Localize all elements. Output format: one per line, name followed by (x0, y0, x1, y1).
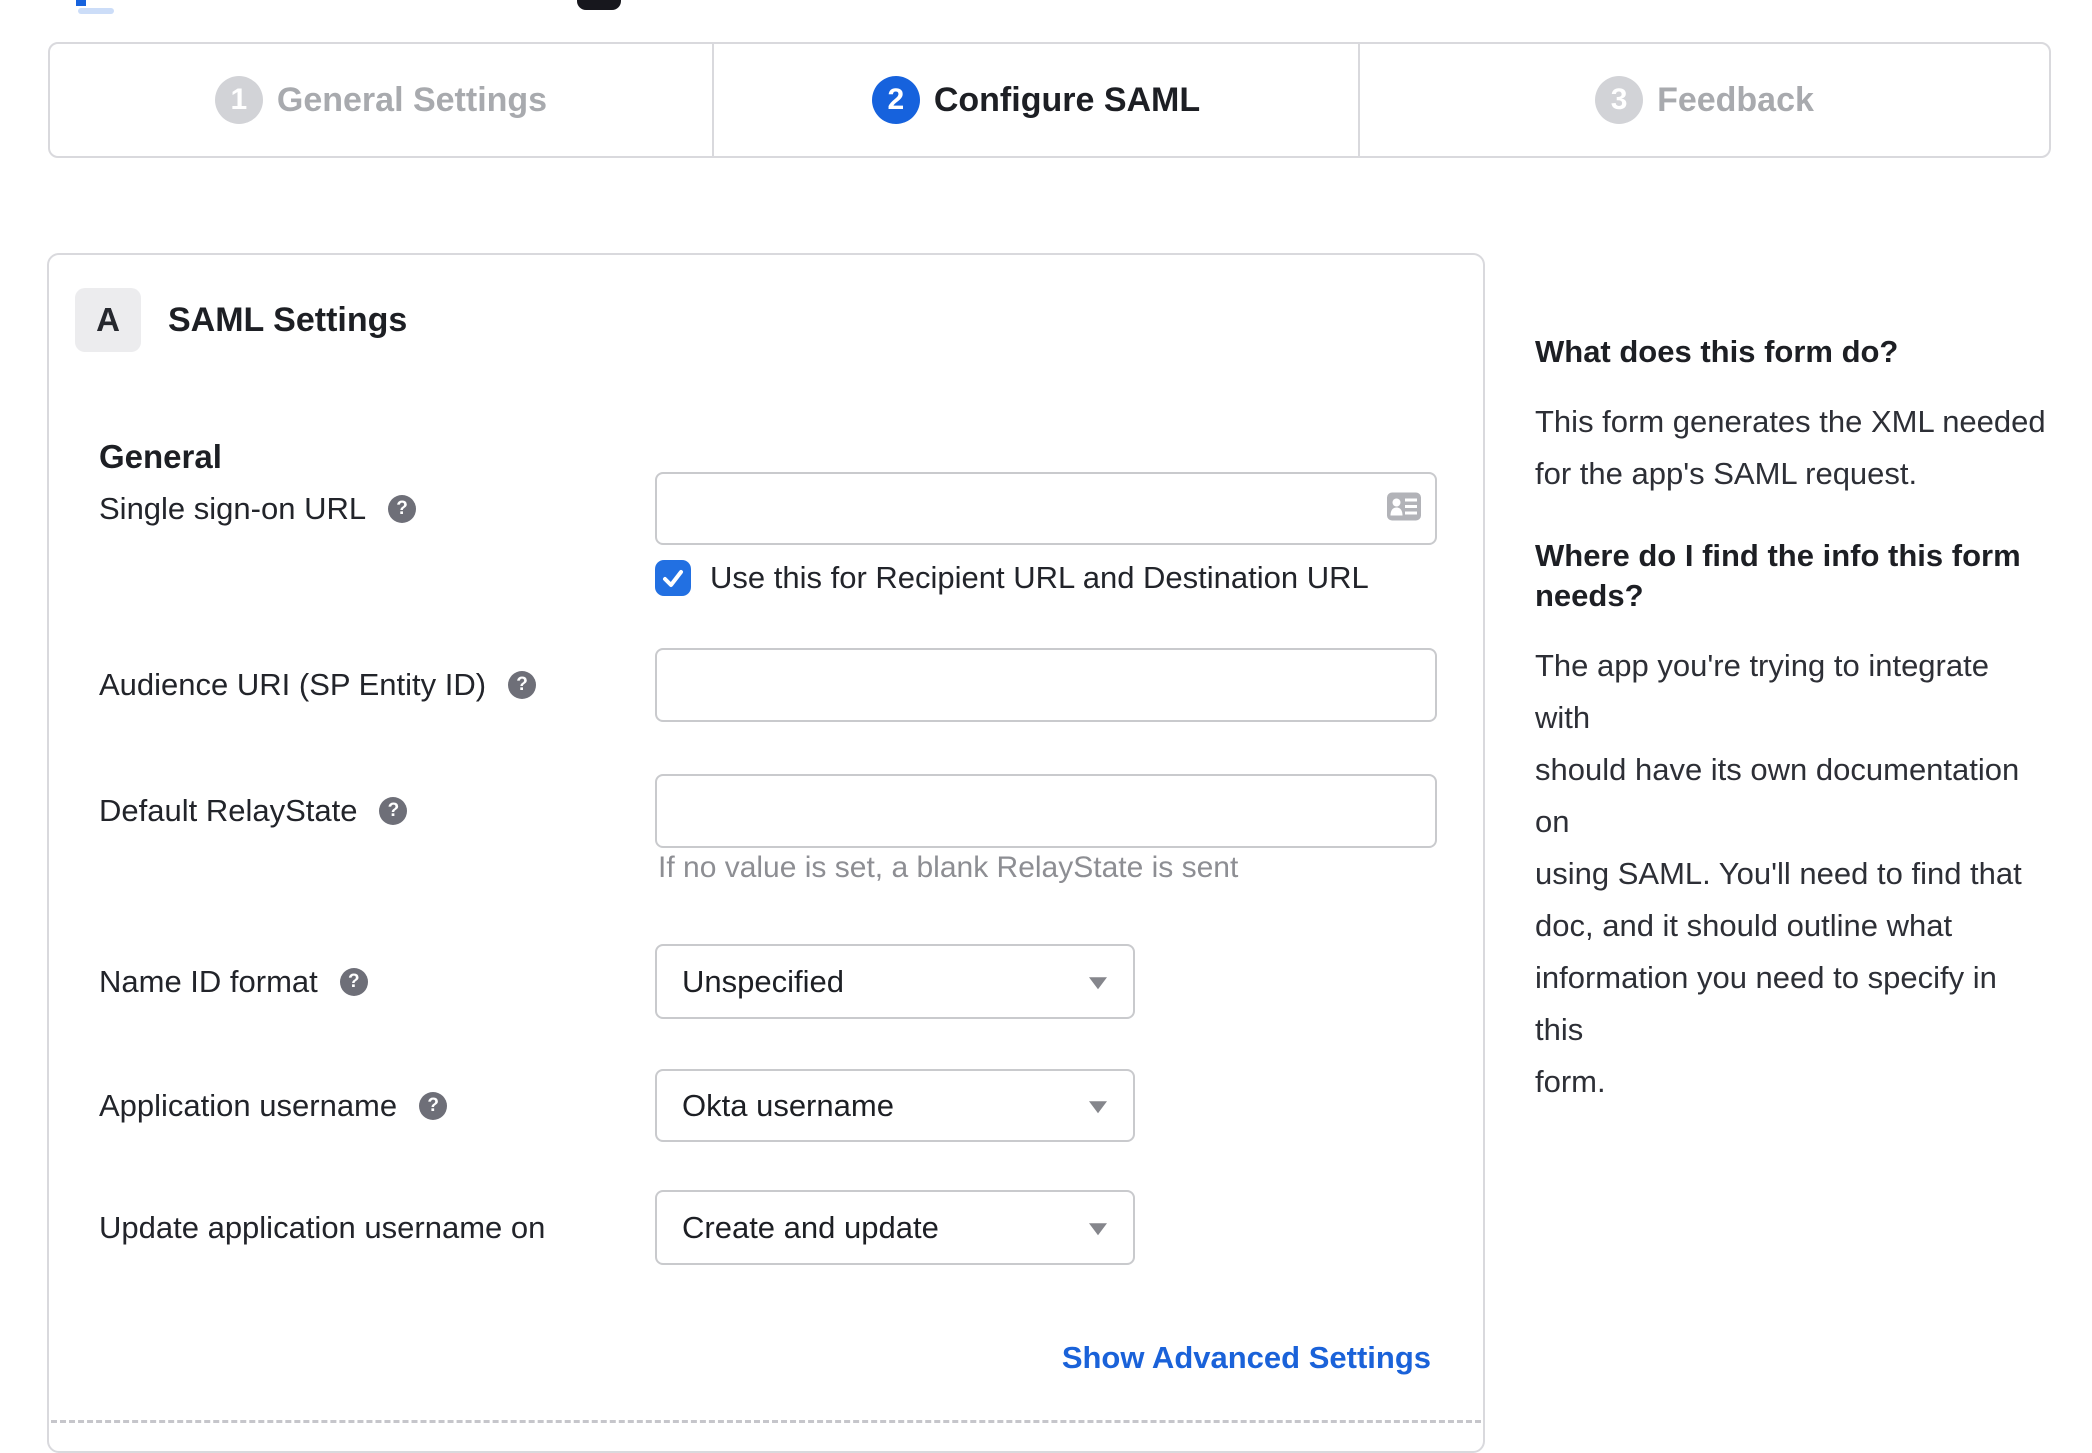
step-configure-saml[interactable]: 2 Configure SAML (712, 44, 1360, 156)
application-username-label: Application username (99, 1087, 398, 1123)
sso-url-row: Single sign-on URL ? (99, 472, 1453, 545)
help-answer-1: This form generates the XML needed for t… (1535, 404, 2046, 491)
general-section-heading: General (99, 438, 222, 475)
step-2-indicator: 2 (871, 76, 920, 124)
help-question-1: What does this form do? (1535, 334, 1899, 369)
saml-settings-panel: A SAML Settings General Single sign-on U… (47, 253, 1485, 1453)
relay-state-label: Default RelayState (99, 793, 358, 828)
section-a-badge: A (75, 288, 141, 352)
name-id-format-select[interactable]: Unspecified (655, 944, 1135, 1019)
audience-uri-input[interactable] (655, 648, 1437, 722)
sso-url-label: Single sign-on URL (99, 490, 367, 526)
help-icon[interactable]: ? (508, 671, 537, 699)
update-username-row: Update application username on Create an… (99, 1190, 1453, 1265)
step-1-label: General Settings (276, 80, 548, 119)
step-feedback[interactable]: 3 Feedback (1360, 44, 2049, 156)
help-sidebar: What does this form do? This form genera… (1535, 334, 2050, 1108)
logo-fragment-blue-faint (78, 8, 114, 14)
help-answer-2: The app you're trying to integrate with … (1535, 648, 2022, 1099)
contact-card-icon[interactable] (1387, 492, 1421, 525)
audience-uri-label-wrap: Audience URI (SP Entity ID) ? (99, 648, 655, 722)
application-username-value: Okta username (682, 1087, 894, 1123)
name-id-format-row: Name ID format ? Unspecified (99, 944, 1453, 1019)
relay-state-input-wrap (655, 774, 1437, 848)
step-general-settings[interactable]: 1 General Settings (50, 44, 712, 156)
recipient-url-checkbox-label: Use this for Recipient URL and Destinati… (710, 560, 1369, 595)
update-username-select[interactable]: Create and update (655, 1190, 1135, 1265)
step-3-label: Feedback (1657, 80, 1814, 119)
chevron-down-icon (1089, 976, 1107, 989)
name-id-format-value: Unspecified (682, 963, 844, 999)
help-question-2: Where do I find the info this form needs… (1535, 538, 2021, 613)
audience-uri-input-wrap (655, 648, 1437, 722)
audience-uri-row: Audience URI (SP Entity ID) ? (99, 648, 1453, 722)
step-3-indicator: 3 (1595, 76, 1644, 124)
relay-state-hint: If no value is set, a blank RelayState i… (658, 851, 1239, 884)
relay-state-input[interactable] (655, 774, 1437, 848)
checkmark-icon (663, 570, 683, 587)
name-id-format-label-wrap: Name ID format ? (99, 944, 655, 1019)
step-1-indicator: 1 (214, 76, 263, 124)
recipient-url-checkbox[interactable] (655, 560, 691, 596)
application-username-row: Application username ? Okta username (99, 1069, 1453, 1142)
sso-url-input[interactable] (655, 472, 1437, 545)
recipient-url-checkbox-row: Use this for Recipient URL and Destinati… (655, 558, 1369, 598)
help-icon[interactable]: ? (419, 1091, 448, 1120)
wizard-stepper: 1 General Settings 2 Configure SAML 3 Fe… (48, 42, 2051, 158)
application-username-select[interactable]: Okta username (655, 1069, 1135, 1142)
name-id-format-label: Name ID format (99, 963, 318, 999)
sso-url-input-wrap (655, 472, 1437, 545)
header-icon-fragment (577, 0, 621, 10)
help-icon[interactable]: ? (388, 494, 417, 523)
step-2-label: Configure SAML (933, 80, 1201, 119)
chevron-down-icon (1089, 1222, 1107, 1235)
logo-fragment-blue (76, 0, 86, 6)
update-username-value: Create and update (682, 1209, 939, 1245)
application-username-label-wrap: Application username ? (99, 1069, 655, 1142)
audience-uri-label: Audience URI (SP Entity ID) (99, 667, 487, 702)
relay-state-row: Default RelayState ? (99, 774, 1453, 848)
relay-state-label-wrap: Default RelayState ? (99, 774, 655, 848)
update-username-label: Update application username on (99, 1209, 546, 1245)
panel-title: SAML Settings (168, 300, 408, 339)
update-username-label-wrap: Update application username on (99, 1190, 655, 1265)
sso-url-label-wrap: Single sign-on URL ? (99, 472, 655, 545)
next-section-divider (51, 1420, 1481, 1423)
help-icon[interactable]: ? (379, 797, 408, 825)
show-advanced-settings-link[interactable]: Show Advanced Settings (1062, 1340, 1431, 1376)
chevron-down-icon (1089, 1100, 1107, 1113)
help-icon[interactable]: ? (339, 967, 368, 996)
